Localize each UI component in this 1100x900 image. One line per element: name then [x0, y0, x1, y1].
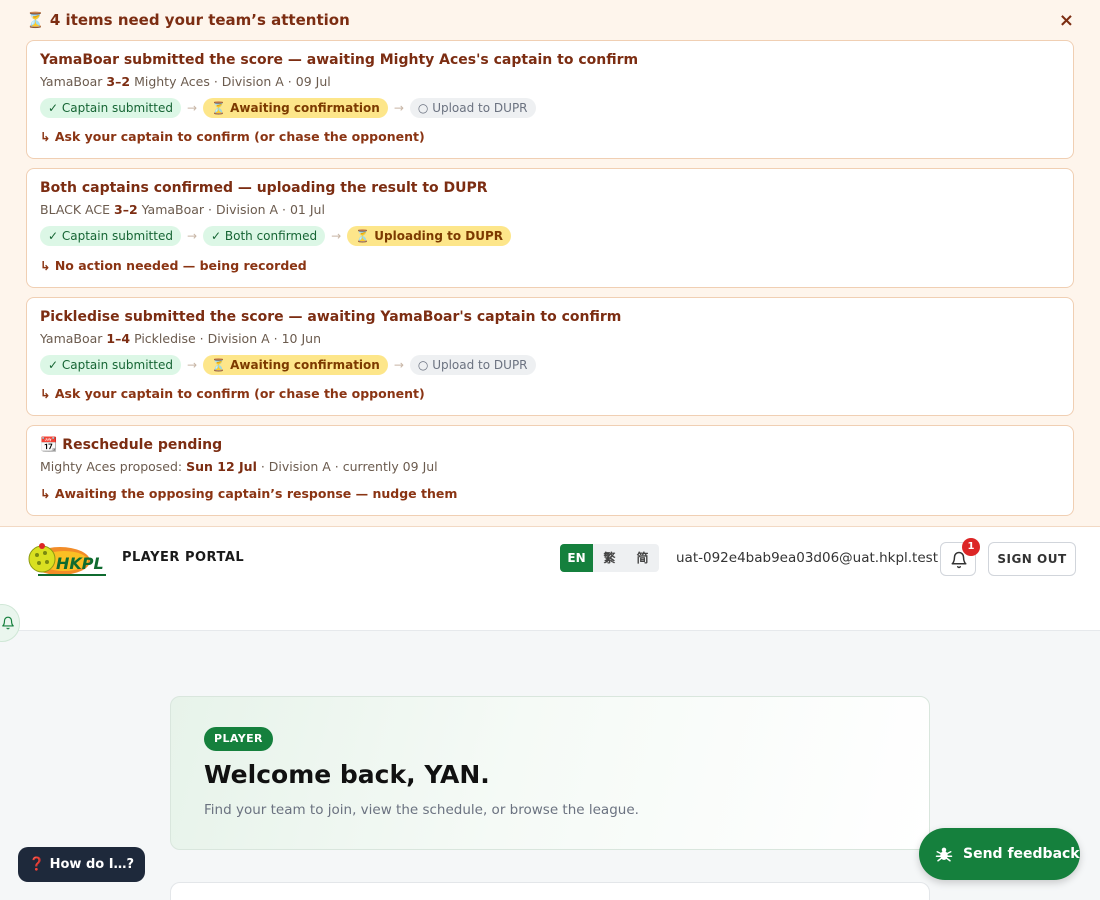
- reschedule-summary: Mighty Aces proposed: Sun 12 Jul · Divis…: [40, 459, 438, 474]
- step-pill: ✓ Captain submitted: [40, 226, 181, 246]
- card-headline: Both captains confirmed — uploading the …: [40, 180, 488, 196]
- card-headline: YamaBoar submitted the score — awaiting …: [40, 52, 639, 68]
- step-pill: ○ Upload to DUPR: [409, 98, 536, 118]
- status-steps: ✓ Captain submitted → ⏳ Awaiting confirm…: [40, 98, 536, 118]
- attention-card: Pickledise submitted the score — awaitin…: [26, 297, 1074, 416]
- attention-card: YamaBoar submitted the score — awaiting …: [26, 40, 1074, 159]
- lang-en-button[interactable]: EN: [560, 544, 593, 572]
- step-pill: ○ Upload to DUPR: [409, 355, 536, 375]
- svg-text:HKPL: HKPL: [56, 554, 104, 573]
- step-pill: ⏳ Uploading to DUPR: [347, 226, 511, 246]
- card-headline: Pickledise submitted the score — awaitin…: [40, 309, 622, 325]
- step-pill: ⏳ Awaiting confirmation: [203, 355, 388, 375]
- arrow-icon: →: [186, 101, 198, 115]
- match-summary: YamaBoar 1–4 Pickledise · Division A · 1…: [40, 331, 321, 346]
- away-team: YamaBoar: [141, 202, 205, 217]
- notification-badge: 1: [962, 538, 980, 556]
- user-email: uat-092e4bab9ea03d06@uat.hkpl.test: [676, 550, 938, 566]
- away-team: Mighty Aces: [134, 74, 210, 89]
- match-summary: BLACK ACE 3–2 YamaBoar · Division A · 01…: [40, 202, 325, 217]
- home-team: BLACK ACE: [40, 202, 111, 217]
- attention-banner: ⏳ 4 items need your team’s attention × Y…: [0, 0, 1100, 527]
- match-detail: · Division A · 09 Jul: [209, 74, 331, 89]
- reschedule-detail: · Division A · currently 09 Jul: [256, 459, 438, 474]
- match-summary: YamaBoar 3–2 Mighty Aces · Division A · …: [40, 74, 331, 89]
- arrow-icon: →: [186, 358, 198, 372]
- card-action: ↳ Ask your captain to confirm (or chase …: [40, 386, 425, 401]
- notifications-button[interactable]: 1: [940, 538, 980, 576]
- content-card: [170, 882, 930, 900]
- match-score: 3–2: [106, 74, 131, 89]
- card-action: ↳ Awaiting the opposing captain’s respon…: [40, 486, 458, 501]
- sign-out-button[interactable]: SIGN OUT: [988, 542, 1076, 576]
- welcome-subtitle: Find your team to join, view the schedul…: [204, 802, 639, 818]
- step-pill: ✓ Both confirmed: [203, 226, 326, 246]
- card-headline: 📆 Reschedule pending: [40, 437, 223, 453]
- top-header: HKPL PLAYER PORTAL EN 繁 简 uat-092e4bab9e…: [0, 527, 1100, 631]
- close-icon[interactable]: ×: [1059, 10, 1074, 31]
- card-action: ↳ Ask your captain to confirm (or chase …: [40, 129, 425, 144]
- match-detail: · Division A · 10 Jun: [195, 331, 321, 346]
- language-switcher: EN 繁 简: [560, 544, 659, 572]
- portal-title: PLAYER PORTAL: [122, 550, 245, 565]
- step-pill: ✓ Captain submitted: [40, 98, 181, 118]
- home-team: YamaBoar: [40, 74, 103, 89]
- proposed-date: Sun 12 Jul: [186, 459, 257, 474]
- match-score: 3–2: [114, 202, 138, 217]
- step-pill: ✓ Captain submitted: [40, 355, 181, 375]
- hkpl-logo[interactable]: HKPL: [26, 541, 110, 579]
- welcome-card: PLAYER Welcome back, YAN. Find your team…: [170, 696, 930, 850]
- lang-zh-hant-button[interactable]: 繁: [593, 544, 626, 572]
- arrow-icon: →: [186, 229, 198, 243]
- arrow-icon: →: [331, 229, 342, 243]
- send-feedback-button[interactable]: Send feedback: [919, 828, 1080, 880]
- arrow-icon: →: [393, 101, 404, 115]
- attention-card: Both captains confirmed — uploading the …: [26, 168, 1074, 288]
- step-pill: ⏳ Awaiting confirmation: [203, 98, 388, 118]
- bug-icon: [935, 847, 953, 862]
- welcome-title: Welcome back, YAN.: [204, 760, 490, 789]
- home-team: YamaBoar: [40, 331, 103, 346]
- match-score: 1–4: [106, 331, 131, 346]
- reschedule-proposer: Mighty Aces proposed:: [40, 459, 187, 474]
- send-feedback-label: Send feedback: [963, 846, 1080, 862]
- bell-icon: [2, 616, 14, 630]
- away-team: Pickledise: [134, 331, 196, 346]
- match-detail: · Division A · 01 Jul: [204, 202, 325, 217]
- arrow-icon: →: [393, 358, 404, 372]
- banner-title: ⏳ 4 items need your team’s attention: [26, 11, 350, 29]
- help-button[interactable]: ❓ How do I…?: [18, 847, 145, 882]
- reschedule-card: 📆 Reschedule pending Mighty Aces propose…: [26, 425, 1074, 516]
- lang-zh-hans-button[interactable]: 简: [626, 544, 659, 572]
- card-action: ↳ No action needed — being recorded: [40, 258, 307, 273]
- status-steps: ✓ Captain submitted → ✓ Both confirmed →…: [40, 226, 511, 246]
- role-badge: PLAYER: [204, 727, 273, 751]
- status-steps: ✓ Captain submitted → ⏳ Awaiting confirm…: [40, 355, 536, 375]
